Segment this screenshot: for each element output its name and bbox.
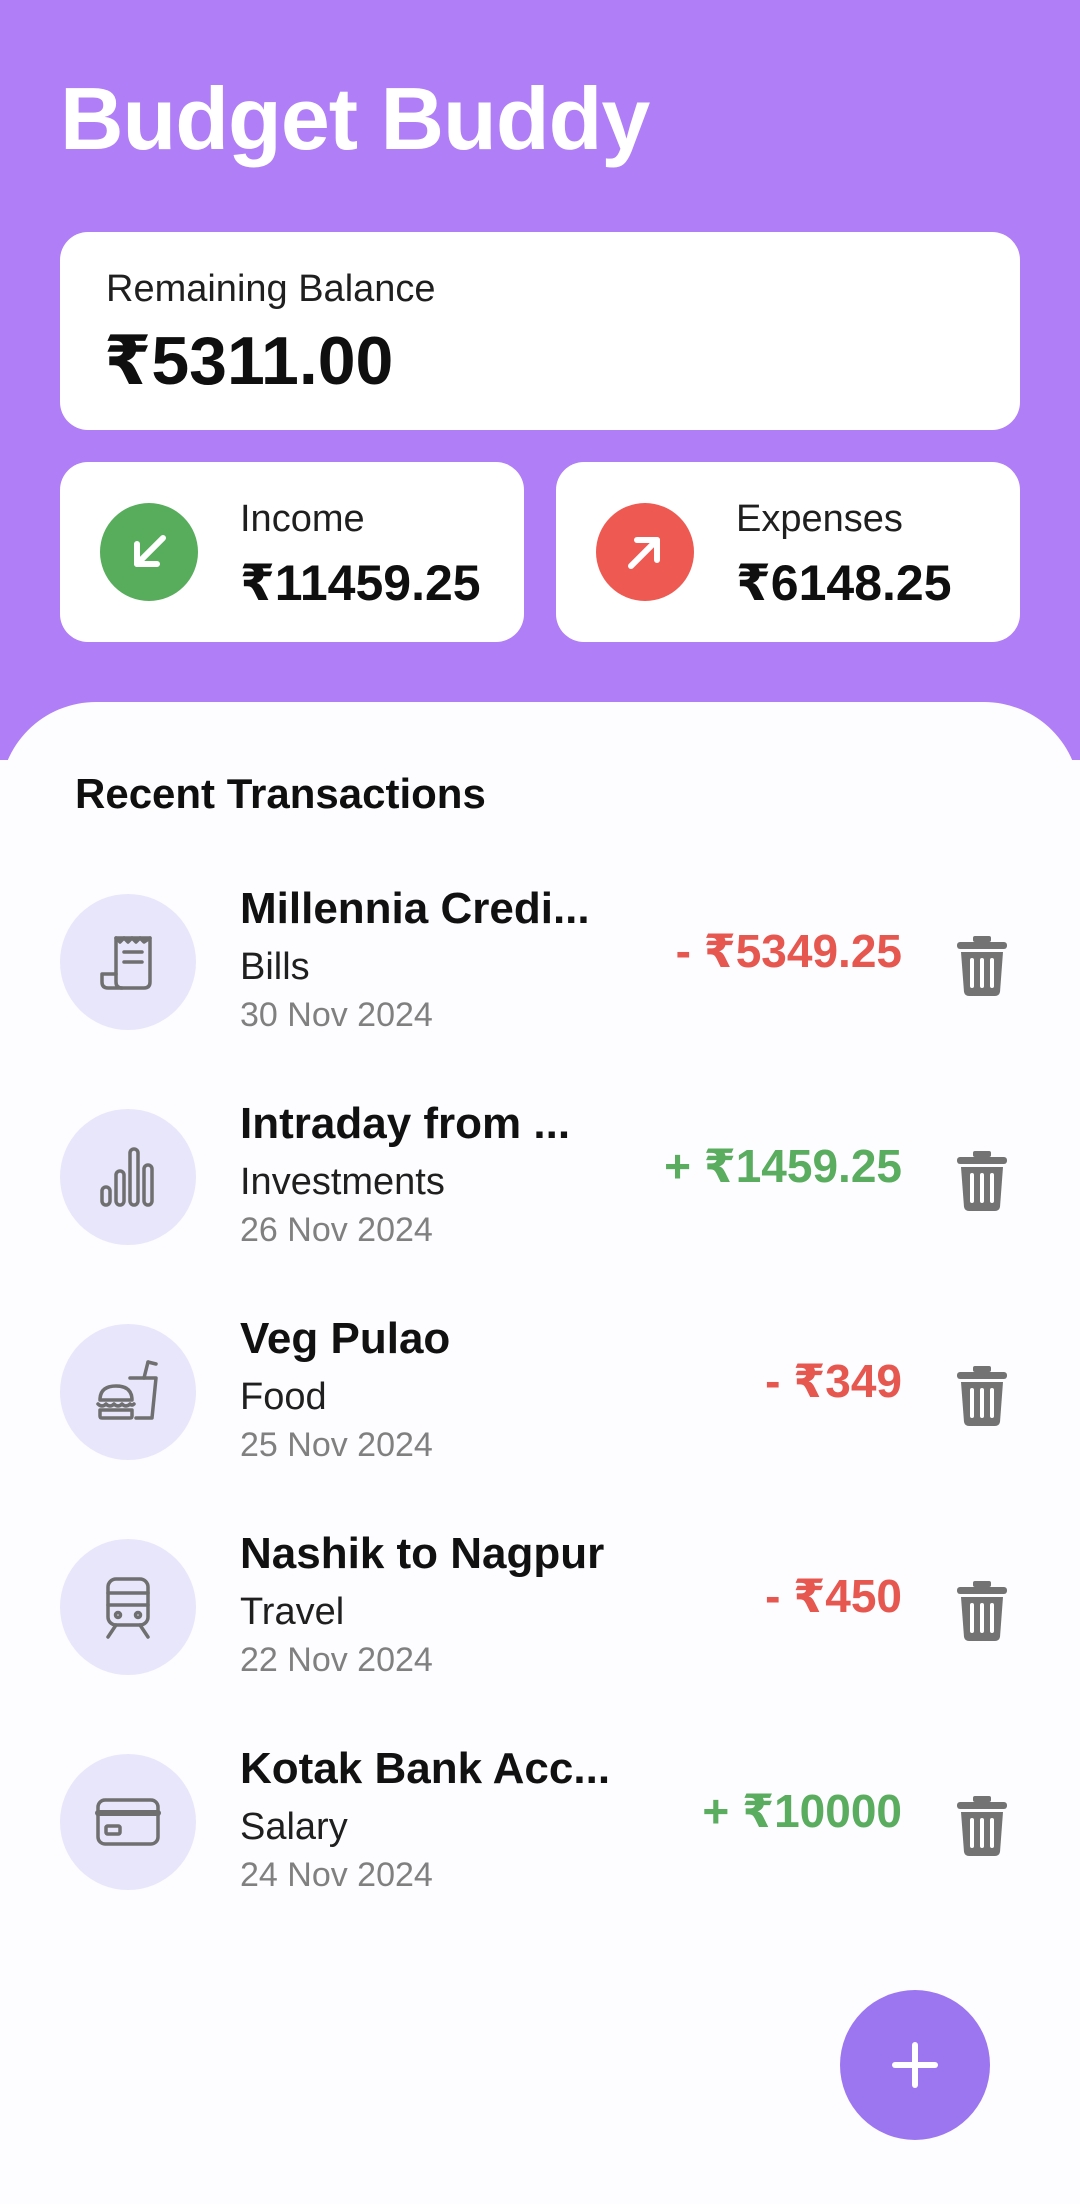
header: Budget Buddy Remaining Balance ₹5311.00 … xyxy=(0,0,1080,760)
transaction-category: Investments xyxy=(240,1161,445,1203)
balance-label: Remaining Balance xyxy=(106,268,436,310)
delete-transaction-button[interactable] xyxy=(950,1360,1014,1432)
recent-transactions-title: Recent Transactions xyxy=(75,770,486,817)
app-root: Budget Buddy Remaining Balance ₹5311.00 … xyxy=(0,0,1080,2204)
transaction-title: Millennia Credi... xyxy=(240,884,590,933)
transaction-row[interactable]: Kotak Bank Acc... Salary 24 Nov 2024 + ₹… xyxy=(0,1732,1080,1912)
fast-food-icon xyxy=(60,1324,196,1460)
income-label: Income xyxy=(240,498,365,540)
transaction-amount: - ₹450 xyxy=(765,1570,902,1622)
transaction-row[interactable]: Millennia Credi... Bills 30 Nov 2024 - ₹… xyxy=(0,872,1080,1052)
plus-icon xyxy=(892,2042,938,2088)
credit-card-icon xyxy=(60,1754,196,1890)
expenses-amount: ₹6148.25 xyxy=(736,555,952,611)
transaction-date: 25 Nov 2024 xyxy=(240,1426,433,1464)
transaction-category: Salary xyxy=(240,1806,348,1848)
trash-icon xyxy=(957,1581,1007,1641)
transaction-amount: - ₹349 xyxy=(765,1355,902,1407)
delete-transaction-button[interactable] xyxy=(950,1575,1014,1647)
add-transaction-button[interactable] xyxy=(840,1990,990,2140)
balance-amount: ₹5311.00 xyxy=(104,323,394,399)
transaction-date: 30 Nov 2024 xyxy=(240,996,433,1034)
expenses-card: Expenses ₹6148.25 xyxy=(556,462,1020,642)
arrow-down-left-icon xyxy=(100,503,198,601)
transaction-date: 22 Nov 2024 xyxy=(240,1641,433,1679)
transaction-row[interactable]: Nashik to Nagpur Travel 22 Nov 2024 - ₹4… xyxy=(0,1517,1080,1697)
delete-transaction-button[interactable] xyxy=(950,1145,1014,1217)
delete-transaction-button[interactable] xyxy=(950,930,1014,1002)
balance-card: Remaining Balance ₹5311.00 xyxy=(60,232,1020,430)
expenses-label: Expenses xyxy=(736,498,903,540)
delete-transaction-button[interactable] xyxy=(950,1790,1014,1862)
transaction-row[interactable]: Veg Pulao Food 25 Nov 2024 - ₹349 xyxy=(0,1302,1080,1482)
transaction-row[interactable]: Intraday from ... Investments 26 Nov 202… xyxy=(0,1087,1080,1267)
income-amount: ₹11459.25 xyxy=(240,555,481,611)
receipt-icon xyxy=(60,894,196,1030)
bar-chart-icon xyxy=(60,1109,196,1245)
transaction-title: Kotak Bank Acc... xyxy=(240,1744,611,1793)
train-icon xyxy=(60,1539,196,1675)
transaction-category: Food xyxy=(240,1376,327,1418)
transaction-category: Bills xyxy=(240,946,310,988)
arrow-up-right-icon xyxy=(596,503,694,601)
income-card: Income ₹11459.25 xyxy=(60,462,524,642)
transaction-amount: + ₹1459.25 xyxy=(664,1140,902,1192)
transaction-date: 26 Nov 2024 xyxy=(240,1211,433,1249)
transaction-title: Nashik to Nagpur xyxy=(240,1529,605,1578)
transaction-title: Veg Pulao xyxy=(240,1314,451,1363)
app-title: Budget Buddy xyxy=(60,69,650,168)
transaction-amount: - ₹5349.25 xyxy=(675,925,902,977)
transaction-title: Intraday from ... xyxy=(240,1099,571,1148)
transaction-date: 24 Nov 2024 xyxy=(240,1856,433,1894)
trash-icon xyxy=(957,1151,1007,1211)
transaction-amount: + ₹10000 xyxy=(702,1785,902,1837)
trash-icon xyxy=(957,936,1007,996)
trash-icon xyxy=(957,1796,1007,1856)
trash-icon xyxy=(957,1366,1007,1426)
transaction-category: Travel xyxy=(240,1591,345,1633)
